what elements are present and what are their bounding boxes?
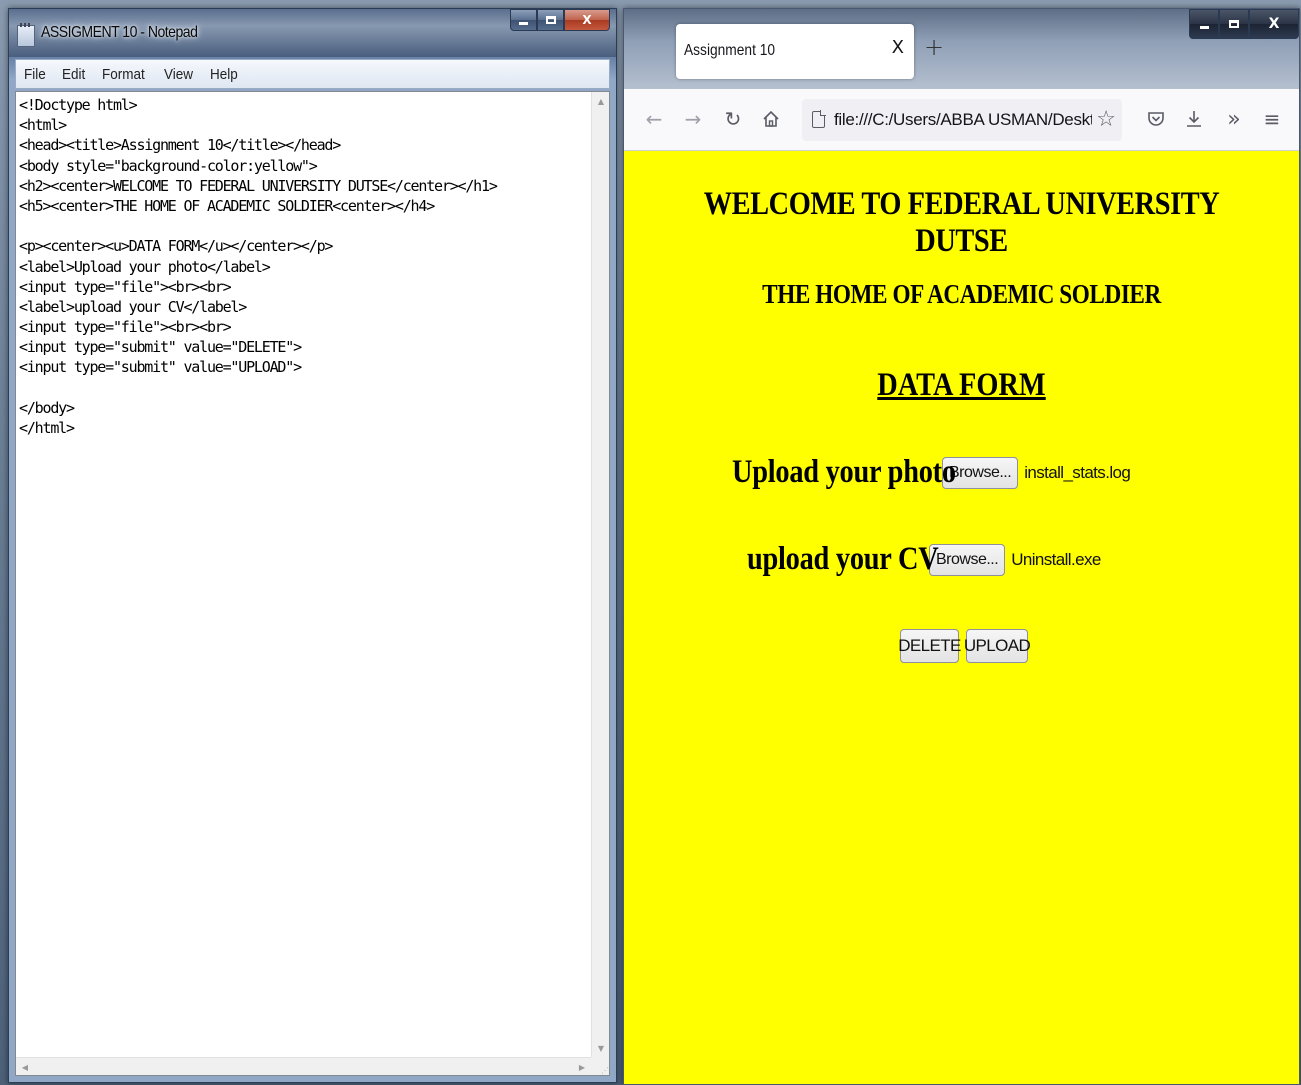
new-tab-button[interactable]: + [924,35,944,59]
web-page-content: WELCOME TO FEDERAL UNIVERSITY DUTSE THE … [624,152,1299,1084]
menu-view[interactable]: View [164,66,193,83]
browser-close-button[interactable]: X [1249,9,1299,39]
page-subheading: THE HOME OF ACADEMIC SOLDIER [762,279,1161,309]
browser-toolbar: ← → ↻ file:///C:/Users/ABBA USMAN/Deskto… [624,89,1299,151]
cv-label: upload your CV [747,541,939,577]
resize-grip-icon[interactable]: ⋰ [591,1057,609,1075]
code-line: </body> [19,398,75,417]
maximize-icon [545,16,556,24]
back-icon[interactable]: ← [640,105,668,133]
photo-file-name: install_stats.log [1024,462,1131,482]
browser-window-controls: X [1189,9,1299,39]
code-line: <input type="submit" value="DELETE"> [19,338,302,357]
url-bar[interactable]: file:///C:/Users/ABBA USMAN/Desktop ☆ [802,99,1122,141]
minimize-icon [1199,25,1209,29]
code-line: <input type="file"><br><br> [19,277,232,296]
reload-icon[interactable]: ↻ [719,105,747,133]
upload-button[interactable]: UPLOAD [964,629,1031,663]
delete-button[interactable]: DELETE [898,629,961,663]
browser-tabstrip: Assignment 10 X + X [624,9,1299,89]
vertical-scrollbar[interactable]: ▲ ▼ [591,92,609,1057]
code-line: <h2><center>WELCOME TO FEDERAL UNIVERSIT… [19,176,498,195]
menu-icon[interactable]: ≡ [1258,105,1286,133]
download-icon[interactable] [1180,105,1208,133]
code-line: <p><center><u>DATA FORM</u></center></p> [19,237,333,256]
pocket-icon[interactable] [1142,105,1170,133]
scroll-up-icon[interactable]: ▲ [592,92,610,110]
url-text[interactable]: file:///C:/Users/ABBA USMAN/Desktop [834,110,1092,130]
minimize-button[interactable] [510,9,537,31]
photo-label: Upload your photo [732,454,956,490]
notepad-title: ASSIGMENT 10 - Notepad [41,24,198,41]
form-title: DATA FORM [877,367,1046,403]
notepad-code[interactable]: <!Doctype html> <html> <head><title>Assign… [19,95,589,438]
cv-upload-row: upload your CV Browse... Uninstall.exe [747,541,1101,578]
code-line: <input type="file"><br><br> [19,318,232,337]
code-line: <label>upload your CV</label> [19,297,247,316]
scroll-down-icon[interactable]: ▼ [592,1039,610,1057]
notepad-app-icon [17,23,35,47]
menu-file[interactable]: File [24,66,46,83]
cv-browse-button[interactable]: Browse... [929,543,1006,576]
menu-help[interactable]: Help [210,66,238,83]
tab-title: Assignment 10 [684,42,776,59]
browser-minimize-button[interactable] [1189,9,1219,39]
code-line: </html> [19,419,75,437]
menu-format[interactable]: Format [102,66,145,83]
page-heading: WELCOME TO FEDERAL UNIVERSITY DUTSE [703,186,1220,259]
notepad-window-controls: X [510,9,610,31]
notepad-text-area[interactable]: <!Doctype html> <html> <head><title>Assign… [15,91,610,1076]
tab-close-icon[interactable]: X [892,37,904,58]
photo-upload-row: Upload your photo Browse... install_stat… [732,454,1131,491]
notepad-menubar: File Edit Format View Help [15,59,610,89]
code-line: <body style="background-color:yellow"> [19,156,318,175]
scroll-left-icon[interactable]: ◀ [16,1058,34,1076]
star-icon[interactable]: ☆ [1096,107,1116,132]
cv-file-name: Uninstall.exe [1011,549,1101,569]
maximize-button[interactable] [537,9,564,31]
notepad-window: ASSIGMENT 10 - Notepad X File Edit Forma… [8,8,617,1083]
code-line: <head><title>Assignment 10</title></head… [19,136,341,155]
close-button[interactable]: X [564,9,610,31]
code-line: <h5><center>THE HOME OF ACADEMIC SOLDIER… [19,196,435,215]
home-icon[interactable] [757,105,785,133]
maximize-icon [1229,20,1239,28]
code-line: <input type="submit" value="UPLOAD"> [19,358,302,377]
tab-assignment-10[interactable]: Assignment 10 X [676,24,914,79]
horizontal-scrollbar[interactable]: ◀ ▶ [16,1057,609,1075]
forward-icon[interactable]: → [679,105,707,133]
browser-window: Assignment 10 X + X ← → ↻ file:///C:/Use… [623,8,1300,1085]
menu-edit[interactable]: Edit [62,66,85,83]
code-line: <!Doctype html> [19,96,138,114]
minimize-icon [519,21,528,25]
browser-maximize-button[interactable] [1219,9,1249,39]
code-line: <label>Upload your photo</label> [19,257,271,276]
overflow-icon[interactable]: » [1220,105,1248,133]
code-line: <html> [19,116,67,135]
scroll-right-icon[interactable]: ▶ [573,1058,591,1076]
notepad-titlebar[interactable]: ASSIGMENT 10 - Notepad X [9,9,616,57]
page-icon [812,110,826,128]
